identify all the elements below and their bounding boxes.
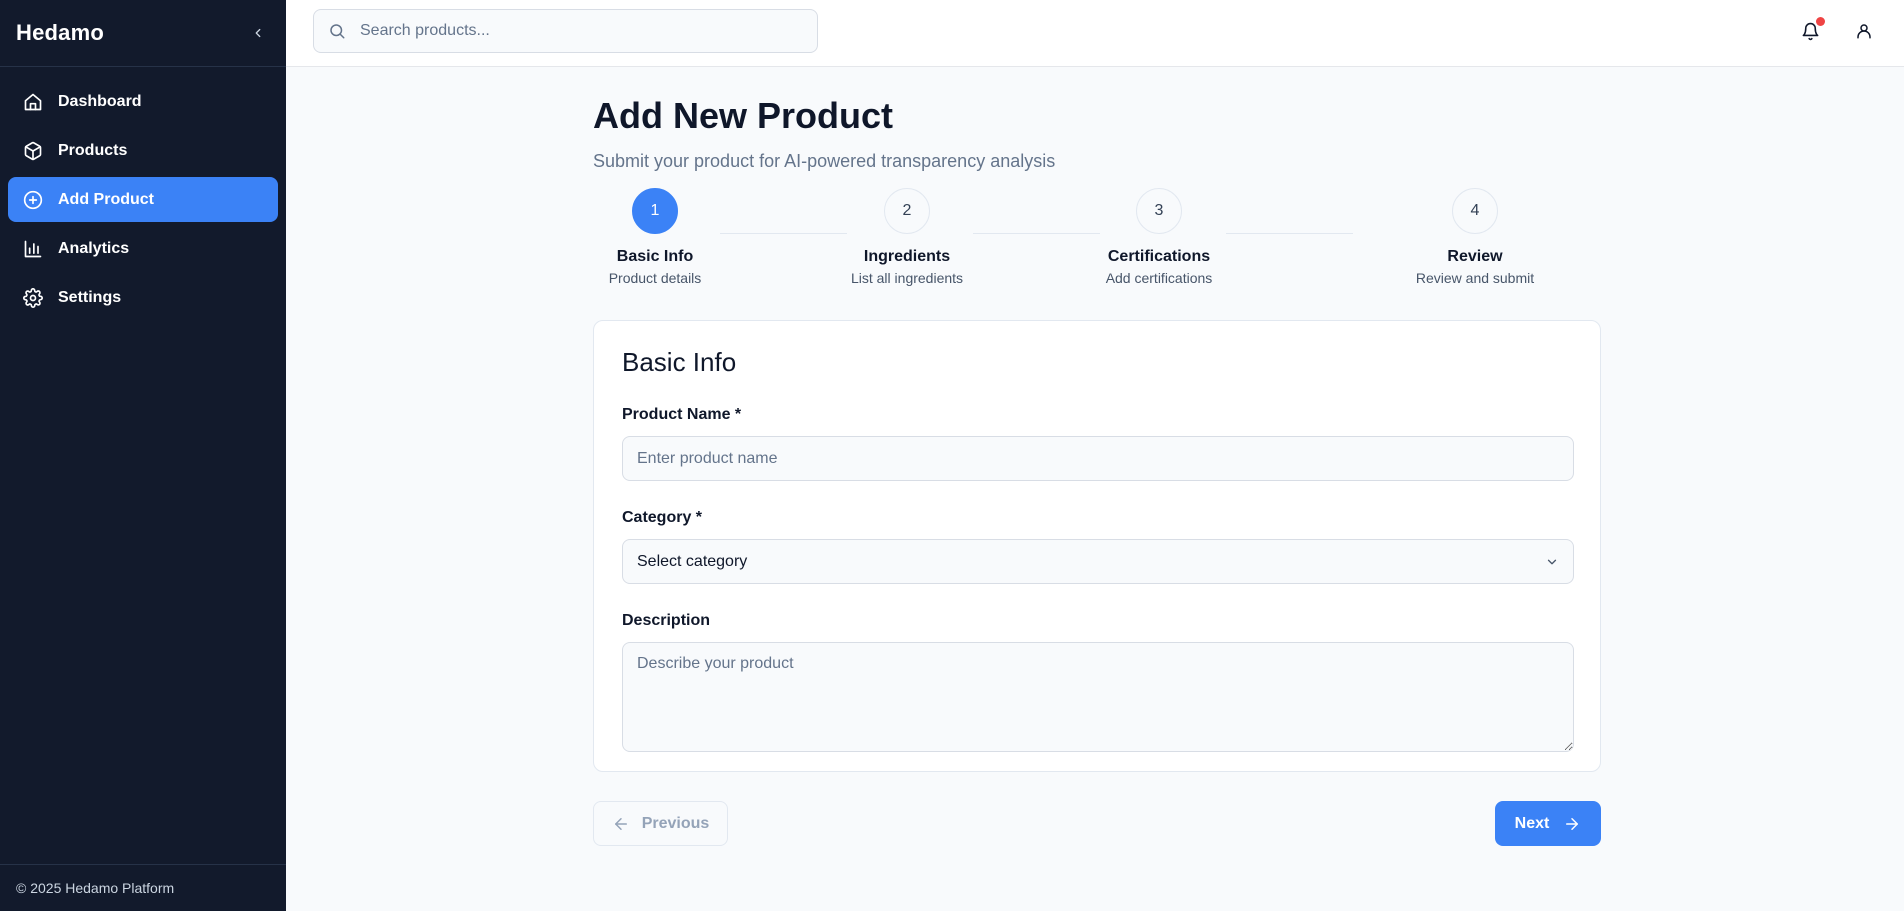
step-subtitle: List all ingredients	[850, 270, 964, 286]
chevron-left-icon	[255, 28, 261, 38]
step-subtitle: Add certifications	[1105, 270, 1213, 286]
home-icon	[22, 91, 44, 113]
step-title: Review	[1447, 248, 1503, 265]
page-title: Add New Product	[593, 95, 894, 136]
main-content: Add New Product Submit your product for …	[593, 67, 1601, 846]
plus-circle-icon	[22, 189, 44, 211]
arrow-left-icon	[612, 815, 630, 833]
user-icon	[1857, 24, 1871, 39]
step-number: 3	[1136, 188, 1182, 234]
product-name-label: Product Name *	[622, 406, 742, 423]
step-ingredients[interactable]: 2 Ingredients List all ingredients	[817, 188, 997, 286]
next-button[interactable]: Next	[1495, 801, 1601, 846]
search-bar[interactable]	[313, 9, 818, 53]
user-menu-button[interactable]	[1852, 19, 1876, 43]
sidebar-item-dashboard[interactable]: Dashboard	[8, 79, 278, 124]
box-icon	[22, 140, 44, 162]
notifications-button[interactable]	[1798, 17, 1825, 43]
chevron-down-icon	[1547, 559, 1557, 564]
step-number: 2	[884, 188, 930, 234]
step-number: 4	[1452, 188, 1498, 234]
search-input[interactable]	[360, 22, 803, 40]
step-title: Ingredients	[863, 248, 951, 265]
gear-icon	[22, 287, 44, 309]
topbar	[286, 0, 1904, 67]
sidebar-item-add-product[interactable]: Add Product	[8, 177, 278, 222]
sidebar-item-products[interactable]: Products	[8, 128, 278, 173]
page-subtitle: Submit your product for AI-powered trans…	[593, 151, 1056, 171]
description-textarea[interactable]	[622, 642, 1574, 752]
step-review[interactable]: 4 Review Review and submit	[1385, 188, 1565, 286]
step-title: Certifications	[1107, 248, 1211, 265]
bar-chart-icon	[22, 238, 44, 260]
next-label: Next	[1514, 814, 1550, 832]
sidebar-nav: Dashboard Products Add Product Analytics…	[0, 67, 286, 320]
sidebar-header: Hedamo	[0, 0, 286, 67]
step-number: 1	[632, 188, 678, 234]
previous-label: Previous	[641, 814, 710, 832]
arrow-right-icon	[1563, 815, 1581, 833]
brand-logo[interactable]: Hedamo	[16, 20, 104, 46]
category-selected-value: Select category	[637, 552, 748, 570]
sidebar-item-analytics[interactable]: Analytics	[8, 226, 278, 271]
sidebar-item-label: Analytics	[58, 239, 130, 257]
sidebar-item-label: Add Product	[58, 190, 154, 208]
topbar-actions	[1798, 17, 1876, 43]
step-certifications[interactable]: 3 Certifications Add certifications	[1069, 188, 1249, 286]
sidebar-item-label: Dashboard	[58, 92, 142, 110]
progress-stepper: 1 Basic Info Product details 2 Ingredien…	[593, 188, 1601, 308]
step-title: Basic Info	[616, 248, 694, 265]
basic-info-card: Basic Info Product Name * Category * Sel…	[593, 320, 1601, 772]
product-name-input[interactable]	[622, 436, 1574, 481]
sidebar-item-label: Products	[58, 141, 128, 159]
search-icon	[328, 22, 346, 40]
step-subtitle: Review and submit	[1415, 270, 1535, 286]
category-select[interactable]: Select category	[622, 539, 1574, 584]
description-label: Description	[622, 612, 711, 629]
sidebar-item-label: Settings	[58, 288, 122, 306]
sidebar-footer: © 2025 Hedamo Platform	[0, 864, 286, 911]
step-subtitle: Product details	[608, 270, 702, 286]
card-title: Basic Info	[622, 347, 737, 377]
category-label: Category *	[622, 509, 703, 526]
previous-button[interactable]: Previous	[593, 801, 728, 846]
sidebar: Hedamo Dashboard Products Add Product An…	[0, 0, 286, 911]
notification-badge	[1816, 17, 1825, 26]
collapse-sidebar-button[interactable]	[246, 21, 270, 45]
step-basic-info[interactable]: 1 Basic Info Product details	[565, 188, 745, 286]
sidebar-item-settings[interactable]: Settings	[8, 275, 278, 320]
